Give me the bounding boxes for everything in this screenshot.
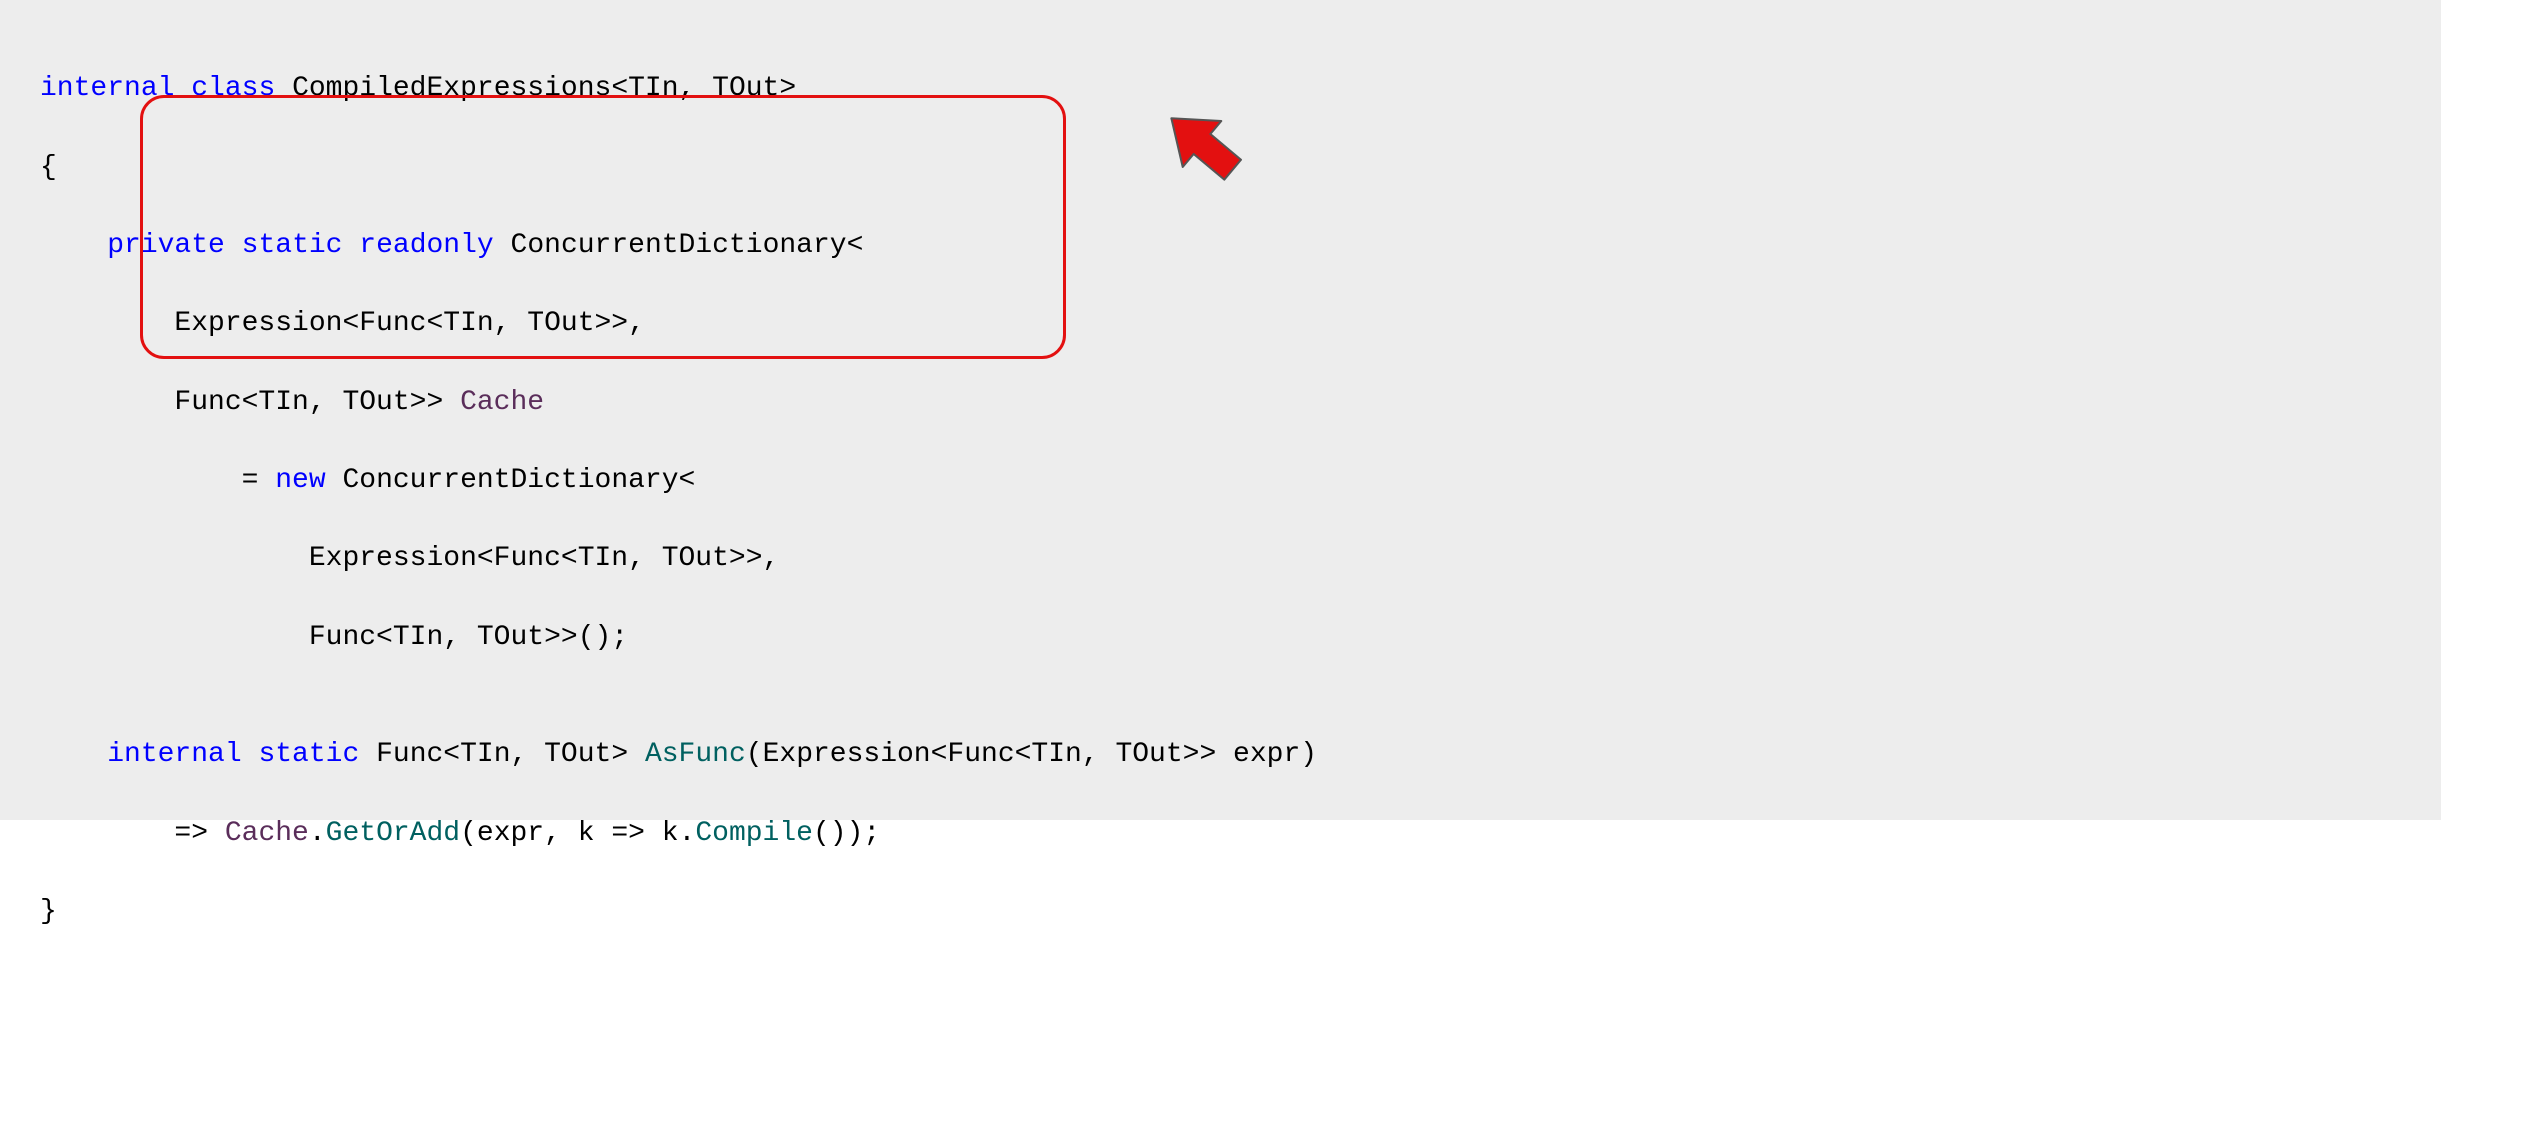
code-text: =>: [40, 818, 225, 849]
code-text: =: [40, 465, 275, 496]
code-line: = new ConcurrentDictionary<: [40, 461, 2401, 500]
code-line: Expression<Func<TIn, TOut>>,: [40, 539, 2401, 578]
code-text: Func<TIn, TOut>>: [40, 387, 460, 418]
dot: .: [309, 818, 326, 849]
field-ref: Cache: [225, 818, 309, 849]
method-name: AsFunc: [645, 739, 746, 770]
code-line: }: [40, 892, 2401, 931]
keyword-static: static: [258, 739, 359, 770]
type-name: Func<TIn, TOut>: [376, 739, 628, 770]
keyword-static: static: [242, 230, 343, 261]
field-name: Cache: [460, 387, 544, 418]
keyword-internal: internal: [107, 739, 241, 770]
code-line: {: [40, 148, 2401, 187]
code-line: internal class CompiledExpressions<TIn, …: [40, 69, 2401, 108]
code-line: internal static Func<TIn, TOut> AsFunc(E…: [40, 735, 2401, 774]
code-line: Func<TIn, TOut>> Cache: [40, 383, 2401, 422]
code-line: => Cache.GetOrAdd(expr, k => k.Compile()…: [40, 814, 2401, 853]
method-call: GetOrAdd: [326, 818, 460, 849]
keyword-internal: internal: [40, 73, 174, 104]
keyword-private: private: [107, 230, 225, 261]
params: (Expression<Func<TIn, TOut>> expr): [746, 739, 1317, 770]
type-name: ConcurrentDictionary: [511, 230, 847, 261]
keyword-new: new: [275, 465, 325, 496]
code-snippet: internal class CompiledExpressions<TIn, …: [0, 0, 2441, 820]
angle-bracket: <: [847, 230, 864, 261]
code-line: Func<TIn, TOut>>();: [40, 618, 2401, 657]
type-name: CompiledExpressions: [292, 73, 611, 104]
method-call: Compile: [695, 818, 813, 849]
code-text: (expr, k => k.: [460, 818, 695, 849]
keyword-class: class: [191, 73, 275, 104]
generic-params: <TIn, TOut>: [611, 73, 796, 104]
type-name: ConcurrentDictionary<: [326, 465, 696, 496]
code-line: Expression<Func<TIn, TOut>>,: [40, 304, 2401, 343]
keyword-readonly: readonly: [359, 230, 493, 261]
code-text: ());: [813, 818, 880, 849]
code-line: private static readonly ConcurrentDictio…: [40, 226, 2401, 265]
